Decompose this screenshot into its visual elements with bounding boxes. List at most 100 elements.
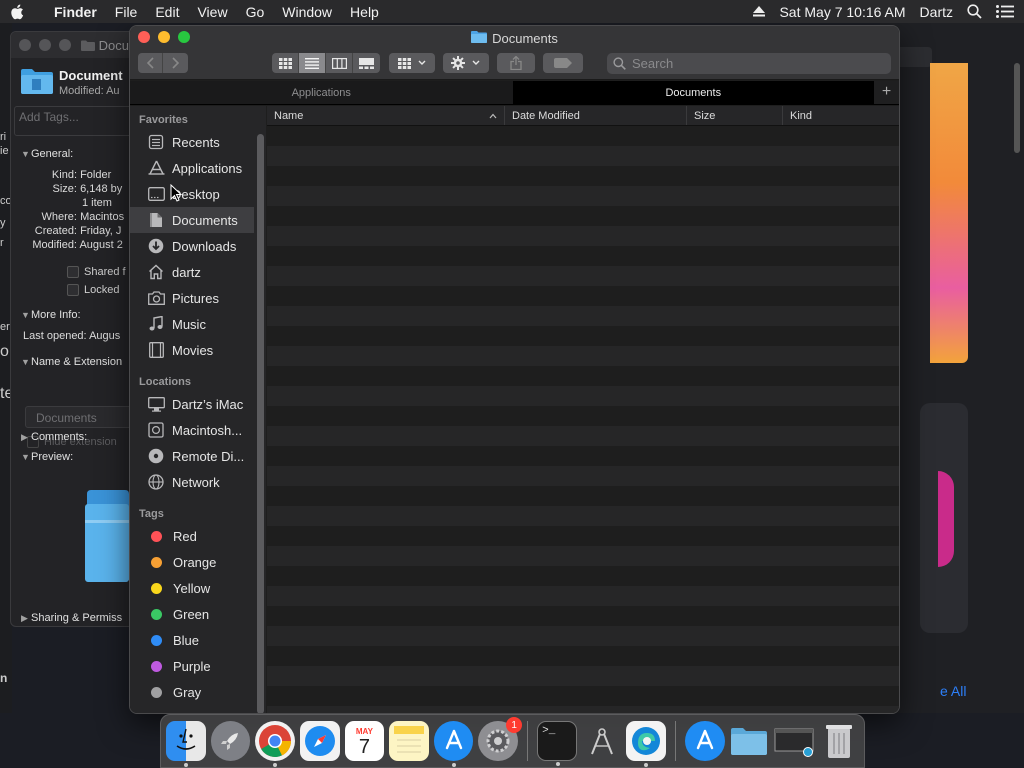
notification-center-icon[interactable]	[996, 5, 1014, 18]
preview-section-toggle[interactable]: ▼Preview:	[21, 451, 73, 463]
menu-app-finder[interactable]: Finder	[46, 4, 106, 20]
sidebar-item-label: Red	[173, 528, 197, 544]
menu-view[interactable]: View	[188, 4, 236, 20]
new-tab-button[interactable]: +	[874, 81, 899, 104]
dock-notes[interactable]	[389, 721, 429, 761]
sidebar-scrollbar[interactable]	[257, 134, 264, 713]
add-tags-field[interactable]: Add Tags...	[14, 106, 134, 136]
eject-icon[interactable]	[753, 6, 766, 17]
tab-applications[interactable]: Applications	[130, 81, 514, 104]
menu-go[interactable]: Go	[237, 4, 274, 20]
sidebar-item-recents[interactable]: Recents	[130, 129, 254, 155]
sidebar-item-downloads[interactable]: Downloads	[130, 233, 254, 259]
shared-folder-checkbox[interactable]: Shared f	[67, 266, 126, 278]
sharing-permissions-section-toggle[interactable]: ▶ Sharing & Permiss	[21, 612, 122, 624]
dock-terminal[interactable]: >_	[537, 721, 577, 766]
sidebar-item-tag-orange[interactable]: Orange	[130, 549, 254, 575]
info-zoom-button[interactable]	[59, 39, 71, 51]
dock-edge[interactable]	[626, 721, 667, 767]
comments-section-toggle[interactable]: ▶ Comments:	[21, 431, 87, 443]
menu-edit[interactable]: Edit	[146, 4, 188, 20]
tab-documents[interactable]: Documents	[513, 81, 875, 104]
folder-icon	[471, 30, 488, 46]
group-by-button[interactable]	[389, 53, 435, 73]
info-titlebar[interactable]: Docu	[11, 32, 134, 58]
menu-clock[interactable]: Sat May 7 10:16 AM	[779, 4, 905, 20]
finder-toolbar: Documents	[130, 26, 899, 80]
sidebar-item-pictures[interactable]: Pictures	[130, 285, 254, 311]
dock-app-store-download[interactable]	[685, 721, 725, 761]
forward-button[interactable]	[163, 53, 188, 73]
info-minimize-button[interactable]	[39, 39, 51, 51]
modified-row: Modified: August 2	[32, 239, 123, 251]
back-button[interactable]	[138, 53, 163, 73]
apple-menu-icon[interactable]	[10, 4, 46, 20]
sidebar-item-remote-disc[interactable]: Remote Di...	[130, 443, 254, 469]
calendar-day: 7	[358, 735, 370, 758]
dock-trash[interactable]	[819, 721, 859, 761]
spotlight-search-icon[interactable]	[967, 4, 982, 19]
sidebar-item-tag-purple[interactable]: Purple	[130, 653, 254, 679]
general-section-toggle[interactable]: ▼General:	[21, 148, 73, 160]
empty-list-rows[interactable]	[267, 126, 899, 713]
terminal-prompt: >_	[542, 725, 556, 737]
dock-screenshot-tool[interactable]	[582, 721, 622, 761]
locked-checkbox[interactable]: Locked	[67, 284, 119, 296]
menu-file[interactable]: File	[106, 4, 147, 20]
sidebar-item-label: Gray	[173, 684, 202, 700]
column-header-name[interactable]: Name	[267, 106, 505, 125]
column-header-size[interactable]: Size	[687, 106, 783, 125]
edge-text: n	[0, 671, 8, 685]
sidebar-item-network[interactable]: Network	[130, 469, 254, 495]
edit-tags-button[interactable]	[543, 53, 583, 73]
action-menu-button[interactable]	[443, 53, 489, 73]
dock-safari[interactable]	[299, 721, 340, 761]
icon-view-button[interactable]	[272, 53, 299, 73]
sidebar-item-label: Yellow	[173, 580, 211, 596]
sidebar-item-imac[interactable]: Dartz’s iMac	[130, 391, 254, 417]
share-button[interactable]	[497, 53, 535, 73]
search-input[interactable]	[632, 56, 872, 71]
dock-launchpad[interactable]	[210, 721, 251, 761]
edge-text: er	[0, 321, 10, 333]
see-all-link[interactable]: e All	[940, 683, 966, 699]
sidebar-item-tag-yellow[interactable]: Yellow	[130, 575, 254, 601]
menu-help[interactable]: Help	[341, 4, 388, 20]
dock-finder[interactable]	[166, 721, 206, 767]
menu-window[interactable]: Window	[273, 4, 341, 20]
sidebar-item-home[interactable]: dartz	[130, 259, 254, 285]
info-close-button[interactable]	[19, 39, 31, 51]
tag-color-dot-icon	[151, 556, 162, 568]
dock-app-store[interactable]	[433, 721, 474, 767]
sidebar-item-movies[interactable]: Movies	[130, 337, 254, 363]
name-extension-section-toggle[interactable]: ▼Name & Extension	[21, 356, 122, 368]
documents-folder-icon	[21, 68, 53, 97]
dock-chrome[interactable]	[255, 721, 295, 767]
gallery-view-button[interactable]	[353, 53, 380, 73]
sidebar-item-applications[interactable]: Applications	[130, 155, 254, 181]
sidebar-item-tag-green[interactable]: Green	[130, 601, 254, 627]
more-info-section-toggle[interactable]: ▼More Info:	[21, 309, 81, 321]
sidebar-item-tag-red[interactable]: Red	[130, 523, 254, 549]
dock-folder-stack[interactable]	[730, 721, 770, 761]
dock-calendar[interactable]: MAY 7	[344, 721, 385, 761]
dock-screenshot-file[interactable]	[774, 721, 814, 761]
sidebar-heading-locations: Locations	[139, 376, 191, 388]
sidebar-item-desktop[interactable]: Desktop	[130, 181, 254, 207]
background-app-scrollbar[interactable]	[1014, 63, 1020, 153]
sidebar-item-tag-blue[interactable]: Blue	[130, 627, 254, 653]
search-field[interactable]	[607, 53, 891, 74]
column-view-button[interactable]	[326, 53, 353, 73]
column-header-date-modified[interactable]: Date Modified	[505, 106, 687, 125]
sidebar-item-macintosh-hd[interactable]: Macintosh...	[130, 417, 254, 443]
sidebar-item-tag-gray[interactable]: Gray	[130, 679, 254, 705]
name-field[interactable]: Documents	[25, 406, 134, 428]
sidebar-item-music[interactable]: Music	[130, 311, 254, 337]
column-header-kind[interactable]: Kind	[783, 106, 899, 125]
sidebar-item-label: dartz	[172, 264, 201, 280]
info-item-modified: Modified: Au	[59, 85, 120, 97]
dock-system-preferences[interactable]: 1	[478, 717, 523, 761]
list-view-button[interactable]	[299, 53, 326, 73]
menu-user[interactable]: Dartz	[920, 4, 953, 20]
sidebar-item-documents[interactable]: Documents	[130, 207, 254, 233]
